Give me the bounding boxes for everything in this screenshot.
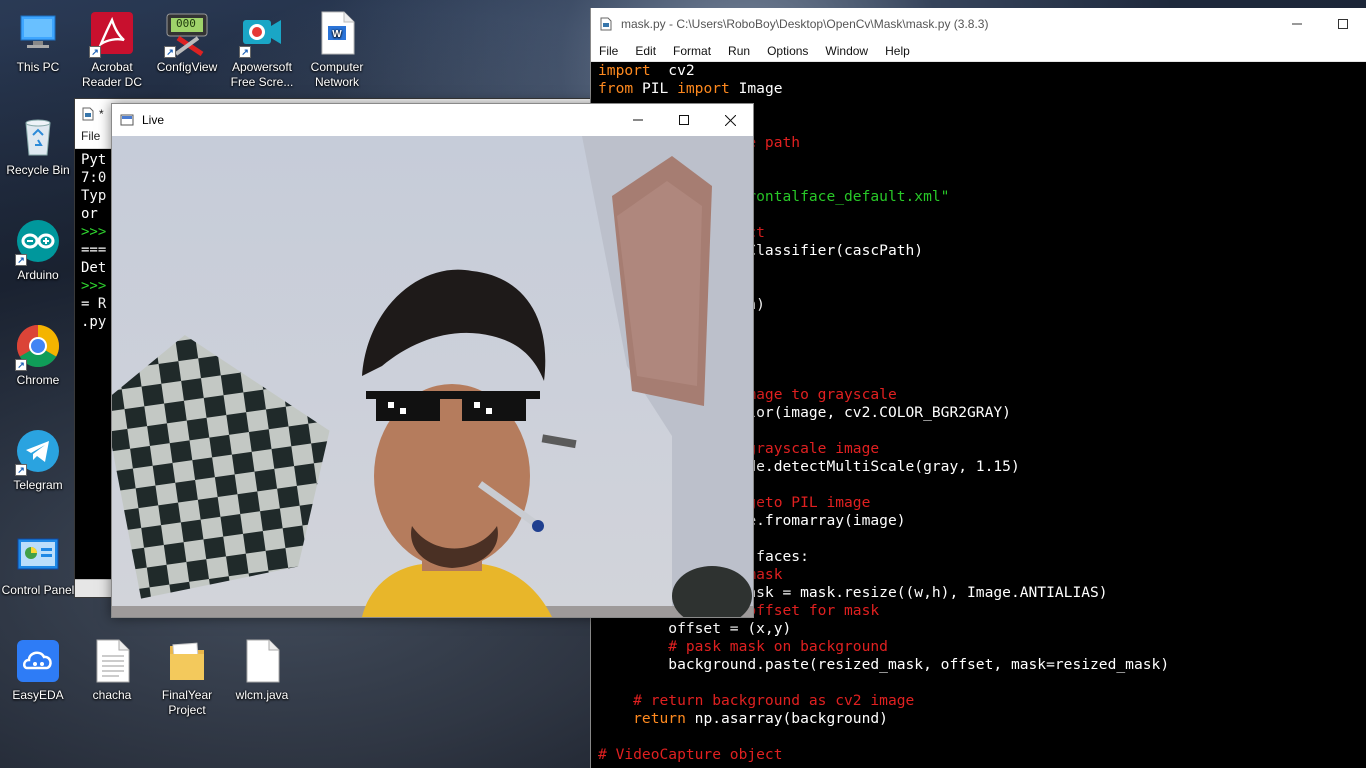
desktop-icon-label: FinalYear Project: [161, 688, 213, 717]
menu-window[interactable]: Window: [825, 44, 868, 58]
code-line: background.paste(resized_mask, offset, m…: [598, 656, 1170, 673]
close-button[interactable]: [707, 104, 753, 136]
control-panel-icon: [15, 533, 61, 579]
desktop-icon-label: wlcm.java: [235, 688, 289, 702]
editor-title: mask.py - C:\Users\RoboBoy\Desktop\OpenC…: [621, 17, 989, 31]
desktop-icon-label: Telegram: [13, 478, 63, 492]
arduino-icon: ↗: [15, 218, 61, 266]
python-file-icon: [82, 107, 94, 121]
window-app-icon: [120, 114, 134, 126]
desktop-icon-configview[interactable]: 000 ↗ ConfigView: [149, 10, 225, 75]
menu-format[interactable]: Format: [673, 44, 711, 58]
word-document-icon: W: [314, 10, 360, 56]
live-title: Live: [142, 113, 165, 127]
minimize-icon: [1292, 23, 1302, 25]
monitor-icon: [15, 10, 61, 56]
python-file-icon: [600, 17, 612, 31]
configview-display: 000: [176, 17, 196, 30]
menu-options[interactable]: Options: [767, 44, 808, 58]
maximize-icon: [1338, 19, 1348, 29]
code-line: from PIL import Image: [598, 80, 783, 97]
desktop-icon-chrome[interactable]: ↗ Chrome: [0, 323, 76, 388]
desktop-icon-chacha[interactable]: chacha: [74, 638, 150, 703]
code-line: # return background as cv2 image: [598, 692, 915, 709]
minimize-button[interactable]: [615, 104, 661, 136]
desktop-icon-apowersoft[interactable]: ↗ Apowersoft Free Scre...: [224, 10, 300, 90]
editor-menubar: File Edit Format Run Options Window Help: [591, 40, 1366, 62]
live-titlebar[interactable]: Live: [112, 104, 753, 136]
recycle-bin-icon: [15, 113, 61, 159]
desktop-icon-label: This PC: [16, 60, 60, 74]
shortcut-arrow-icon: ↗: [164, 46, 176, 58]
webcam-scene-image: [112, 136, 753, 617]
shortcut-arrow-icon: ↗: [15, 359, 27, 371]
desktop-icon-control-panel[interactable]: Control Panel: [0, 533, 76, 598]
desktop-icon-label: Computer Network: [310, 60, 364, 89]
code-line: # VideoCapture object: [598, 746, 783, 763]
screen-recorder-icon: ↗: [239, 10, 285, 58]
close-icon: [724, 114, 736, 126]
menu-edit[interactable]: Edit: [635, 44, 656, 58]
desktop-icon-finalyear-project[interactable]: FinalYear Project: [149, 638, 225, 718]
folder-icon: [164, 638, 210, 684]
menu-run[interactable]: Run: [728, 44, 750, 58]
code-line: # pask mask on background: [598, 638, 888, 655]
desktop-icon-arduino[interactable]: ↗ Arduino: [0, 218, 76, 283]
code-line: return np.asarray(background): [598, 710, 888, 727]
shortcut-arrow-icon: ↗: [239, 46, 251, 58]
shortcut-arrow-icon: ↗: [15, 254, 27, 266]
chrome-icon: ↗: [15, 323, 61, 371]
desktop-icon-label: Chrome: [16, 373, 60, 387]
live-window[interactable]: Live: [111, 103, 754, 618]
desktop-icon-label: Acrobat Reader DC: [81, 60, 143, 89]
desktop-icon-label: chacha: [92, 688, 132, 702]
telegram-icon: ↗: [15, 428, 61, 476]
maximize-button[interactable]: [661, 104, 707, 136]
minimize-icon: [633, 119, 643, 121]
maximize-icon: [679, 115, 689, 125]
menu-file[interactable]: File: [599, 44, 618, 58]
shell-menu-file[interactable]: File: [81, 129, 100, 143]
easyeda-icon: [15, 638, 61, 684]
acrobat-icon: ↗: [89, 10, 135, 58]
desktop-icon-label: Recycle Bin: [6, 163, 70, 177]
menu-help[interactable]: Help: [885, 44, 910, 58]
desktop-icon-label: Arduino: [17, 268, 59, 282]
configview-icon: 000 ↗: [164, 10, 210, 58]
desktop-icon-telegram[interactable]: ↗ Telegram: [0, 428, 76, 493]
shortcut-arrow-icon: ↗: [89, 46, 101, 58]
text-file-icon: [89, 638, 135, 684]
shortcut-arrow-icon: ↗: [15, 464, 27, 476]
desktop-icon-recycle-bin[interactable]: Recycle Bin: [0, 113, 76, 178]
desktop-icon-label: ConfigView: [156, 60, 218, 74]
desktop-icon-computer-network[interactable]: W Computer Network: [299, 10, 375, 90]
blank-file-icon: [239, 638, 285, 684]
desktop-icon-wlcm-java[interactable]: wlcm.java: [224, 638, 300, 703]
code-line: import cv2: [598, 62, 695, 79]
desktop-icon-easyeda[interactable]: EasyEDA: [0, 638, 76, 703]
desktop-icon-label: Control Panel: [1, 583, 75, 597]
desktop-icon-label: Apowersoft Free Scre...: [230, 60, 294, 89]
svg-text:W: W: [332, 29, 342, 40]
webcam-feed: [112, 136, 753, 617]
code-line: offset = (x,y): [598, 620, 792, 637]
editor-titlebar[interactable]: mask.py - C:\Users\RoboBoy\Desktop\OpenC…: [591, 8, 1366, 40]
minimize-button[interactable]: [1274, 8, 1320, 40]
desktop-icon-label: EasyEDA: [12, 688, 64, 702]
desktop-icon-this-pc[interactable]: This PC: [0, 10, 76, 75]
shell-title: *: [99, 107, 104, 121]
maximize-button[interactable]: [1320, 8, 1366, 40]
desktop-icon-acrobat[interactable]: ↗ Acrobat Reader DC: [74, 10, 150, 90]
